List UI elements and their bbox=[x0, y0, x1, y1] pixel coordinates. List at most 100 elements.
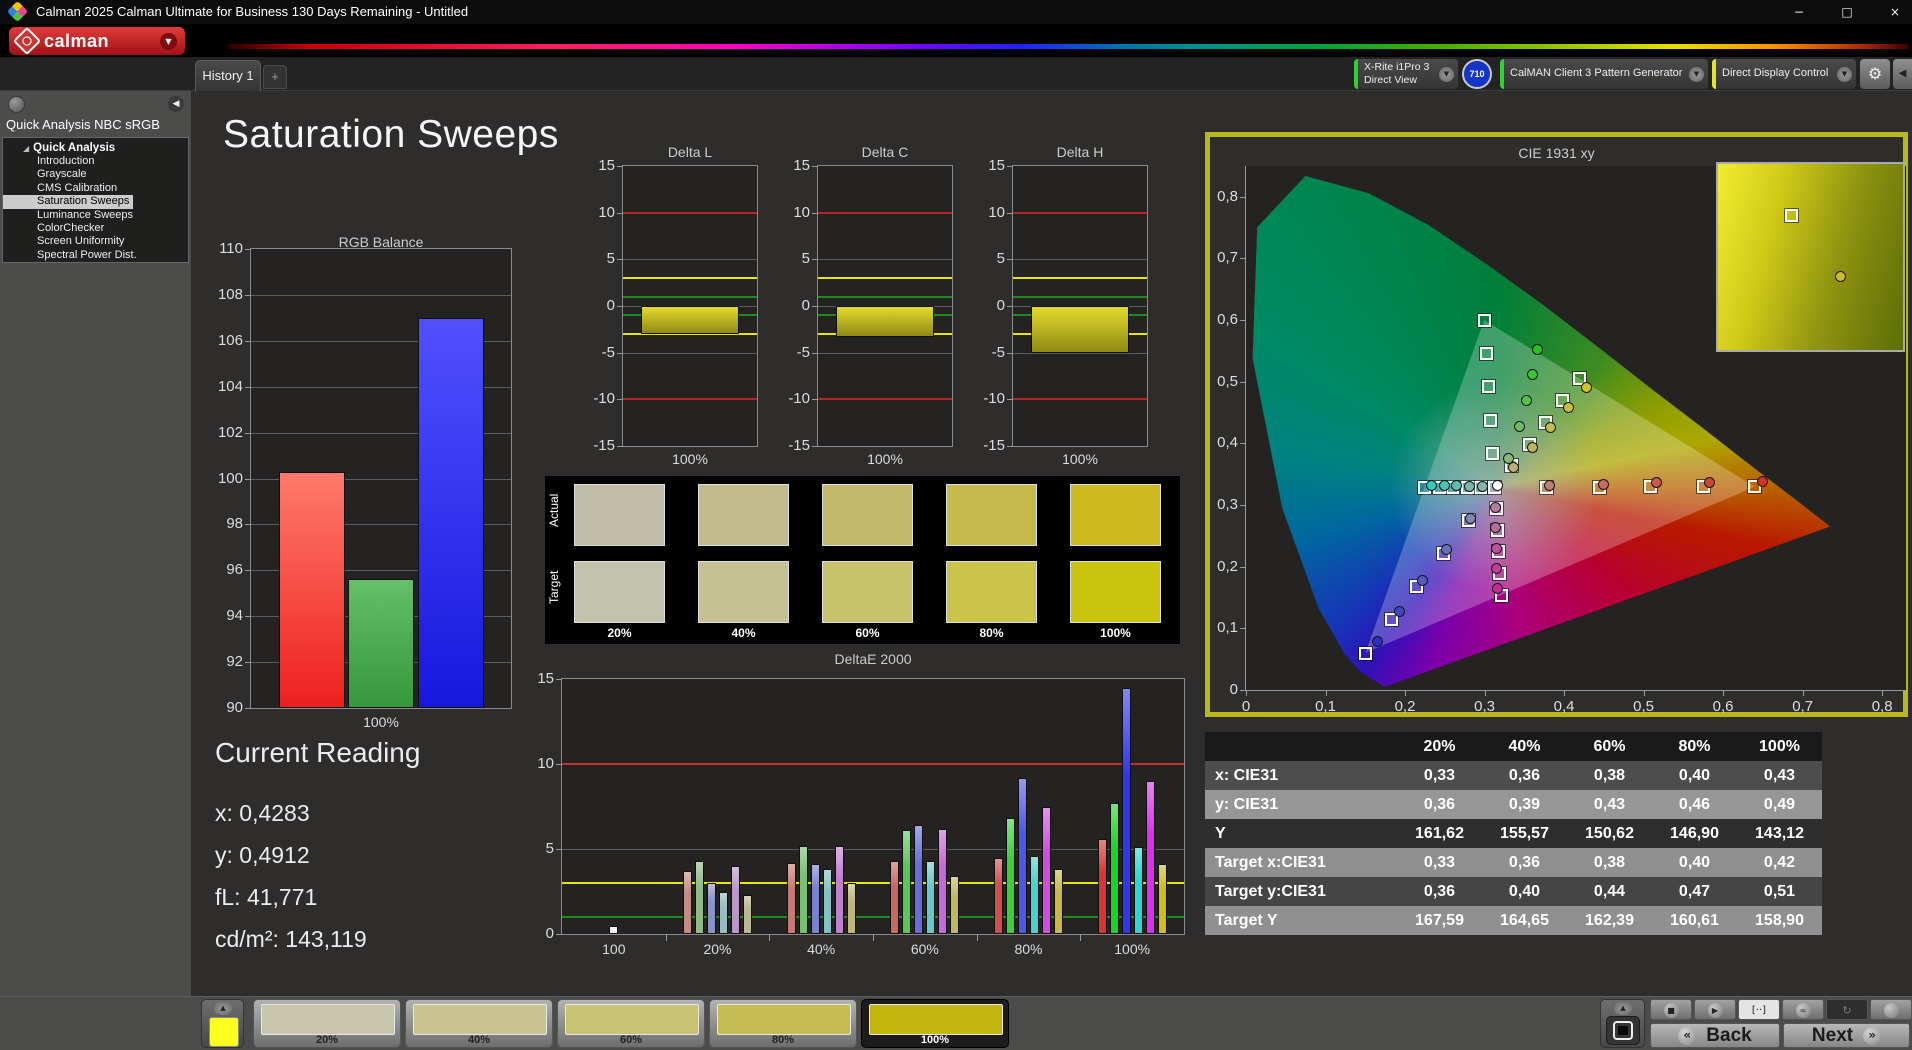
tree-expand-icon[interactable]: ◢ bbox=[23, 144, 29, 153]
cie-measured-marker bbox=[1521, 394, 1533, 406]
cie-measured-marker bbox=[1464, 513, 1476, 525]
cie-zoom-inset bbox=[1716, 162, 1905, 352]
table-row-label: Target x:CIE31 bbox=[1215, 854, 1326, 871]
deltae-group-label: 40% bbox=[807, 941, 836, 957]
pattern-window-mini-panel[interactable]: ▲ bbox=[1600, 999, 1645, 1048]
close-button[interactable]: × bbox=[1878, 0, 1912, 24]
meter-label: X-Rite i1Pro 3 Direct View bbox=[1364, 60, 1430, 86]
source-selector[interactable]: CalMAN Client 3 Pattern Generator ▼ bbox=[1500, 59, 1708, 89]
workflow-tree: ◢ Quick Analysis Introduction Grayscale CMS… bbox=[2, 137, 189, 263]
actual-swatch-80% bbox=[946, 484, 1037, 546]
measurement-table: 20% 40% 60% 80% 100% x: CIE31 0,33 0,36 0,38 0,40… bbox=[1205, 732, 1822, 935]
table-cell: 0,33 bbox=[1423, 854, 1456, 871]
delta-c-xlabel: 100% bbox=[867, 451, 903, 467]
deltae-bar bbox=[1006, 818, 1015, 934]
play-button[interactable]: ▶ bbox=[1694, 999, 1736, 1020]
pattern-window-toggle-button[interactable] bbox=[1606, 1016, 1640, 1045]
pattern-button-80%[interactable]: 80% bbox=[709, 999, 857, 1048]
sidebar-item-introduction[interactable]: Introduction bbox=[3, 155, 188, 168]
pattern-mini-panel[interactable]: ▲ bbox=[201, 999, 244, 1048]
calman-dropdown-icon[interactable]: ▼ bbox=[160, 32, 177, 50]
table-cell: 143,12 bbox=[1755, 825, 1804, 842]
deltae-bar bbox=[743, 894, 752, 934]
workflow-status-dot[interactable] bbox=[8, 96, 25, 113]
pattern-window-button[interactable]: [··] bbox=[1738, 999, 1780, 1020]
cie-measured-marker bbox=[1544, 479, 1556, 491]
settings-gear-button[interactable]: ⚙ bbox=[1860, 59, 1890, 89]
deltae-bar bbox=[786, 862, 796, 934]
cie-measured-marker bbox=[1598, 478, 1610, 490]
cie-target-marker bbox=[1480, 346, 1494, 360]
calman-diamond-icon bbox=[12, 26, 42, 56]
window-title: Calman 2025 Calman Ultimate for Business… bbox=[36, 4, 469, 19]
panel-collapse-button[interactable]: ◀ bbox=[1893, 59, 1912, 89]
meter-mode-badge[interactable]: 710 bbox=[1462, 59, 1492, 89]
delta-h-chart: -15 -10 -5 0 5 10 15 bbox=[983, 157, 1148, 454]
chevron-up-icon[interactable]: ▲ bbox=[214, 1002, 232, 1015]
active-pattern-swatch[interactable] bbox=[209, 1017, 239, 1047]
extra-transport-button[interactable] bbox=[1870, 999, 1912, 1020]
chevron-up-icon[interactable]: ▲ bbox=[1614, 1002, 1632, 1015]
deltae-bar bbox=[994, 857, 1003, 934]
page-title: Saturation Sweeps bbox=[223, 113, 559, 156]
sidebar-item-spectral-power-dist-[interactable]: Spectral Power Dist. bbox=[3, 249, 188, 262]
sidebar-item-cms-calibration[interactable]: CMS Calibration bbox=[3, 182, 188, 195]
deltae-bar bbox=[846, 883, 856, 934]
chevron-down-icon[interactable]: ▼ bbox=[1837, 66, 1852, 82]
table-row-label: y: CIE31 bbox=[1215, 796, 1279, 813]
cie-measured-marker bbox=[1440, 543, 1452, 555]
chevron-down-icon[interactable]: ▼ bbox=[1689, 66, 1704, 82]
sidebar-item-luminance-sweeps[interactable]: Luminance Sweeps bbox=[3, 209, 188, 222]
stop-button[interactable]: ■ bbox=[1650, 999, 1692, 1020]
pattern-button-100%[interactable]: 100% bbox=[861, 999, 1009, 1048]
add-tab-button[interactable]: + bbox=[263, 65, 287, 89]
table-cell: 0,36 bbox=[1508, 854, 1541, 871]
delta-bar bbox=[1031, 306, 1129, 353]
calman-menu-button[interactable]: calman ▼ bbox=[9, 26, 185, 56]
pattern-button-20%[interactable]: 20% bbox=[253, 999, 401, 1048]
pattern-swatch bbox=[717, 1004, 851, 1035]
actual-swatch-40% bbox=[698, 484, 789, 546]
deltae-bar bbox=[902, 830, 912, 934]
source-label: CalMAN Client 3 Pattern Generator bbox=[1510, 67, 1683, 80]
sidebar-collapse-icon[interactable]: ◀ bbox=[168, 96, 184, 112]
limit-line bbox=[562, 882, 1184, 884]
minimize-button[interactable]: − bbox=[1782, 0, 1816, 24]
loop-button[interactable]: ∞ bbox=[1782, 999, 1824, 1020]
next-button[interactable]: Next » bbox=[1783, 1023, 1910, 1048]
cie-measured-marker bbox=[1526, 442, 1538, 454]
sidebar-item-saturation-sweeps[interactable]: Saturation Sweeps bbox=[3, 195, 134, 209]
refresh-button[interactable]: ↻ bbox=[1826, 999, 1868, 1020]
pattern-button-60%[interactable]: 60% bbox=[557, 999, 705, 1048]
meter-selector[interactable]: X-Rite i1Pro 3 Direct View ▼ bbox=[1354, 59, 1458, 89]
sidebar-item-screen-uniformity[interactable]: Screen Uniformity bbox=[3, 235, 188, 248]
target-swatch-40% bbox=[698, 561, 789, 623]
chevron-down-icon[interactable]: ▼ bbox=[1439, 66, 1454, 82]
table-cell: 155,57 bbox=[1500, 825, 1549, 842]
tree-root[interactable]: ◢ Quick Analysis bbox=[3, 141, 188, 155]
rainbow-divider bbox=[228, 44, 1908, 49]
sidebar-item-colorchecker[interactable]: ColorChecker bbox=[3, 222, 188, 235]
window-fill-icon bbox=[1618, 1026, 1628, 1035]
cie-1931-panel[interactable]: CIE 1931 xy 0 0,1 0,2 0,3 0,4 0,5 0,6 0,7 0,8 0 0,… bbox=[1205, 132, 1908, 717]
deltae-bar bbox=[707, 883, 716, 934]
tab-history-1[interactable]: History 1 bbox=[195, 60, 261, 91]
deltae-bar bbox=[798, 845, 808, 934]
back-button[interactable]: « Back bbox=[1650, 1023, 1780, 1048]
sidebar-item-grayscale[interactable]: Grayscale bbox=[3, 168, 188, 181]
deltae-bar bbox=[810, 864, 820, 934]
cie-measured-marker bbox=[1417, 574, 1429, 586]
deltae-bar bbox=[695, 860, 704, 934]
table-cell: 167,59 bbox=[1415, 912, 1464, 929]
display-control-selector[interactable]: Direct Display Control ▼ bbox=[1712, 59, 1856, 89]
deltae-2000-chart: 0 5 10 15 100 20% 40% 60% 80% 100% bbox=[537, 670, 1185, 957]
delta-h-xlabel: 100% bbox=[1062, 451, 1098, 467]
maximize-button[interactable]: □ bbox=[1830, 0, 1864, 24]
table-cell: 0,33 bbox=[1423, 767, 1456, 784]
cie-measured-marker bbox=[1438, 480, 1450, 492]
delta-bar bbox=[641, 306, 739, 334]
pattern-button-40%[interactable]: 40% bbox=[405, 999, 553, 1048]
deltae-bar bbox=[938, 828, 948, 934]
table-column-header: 80% bbox=[1678, 738, 1711, 755]
limit-line bbox=[1013, 277, 1147, 279]
